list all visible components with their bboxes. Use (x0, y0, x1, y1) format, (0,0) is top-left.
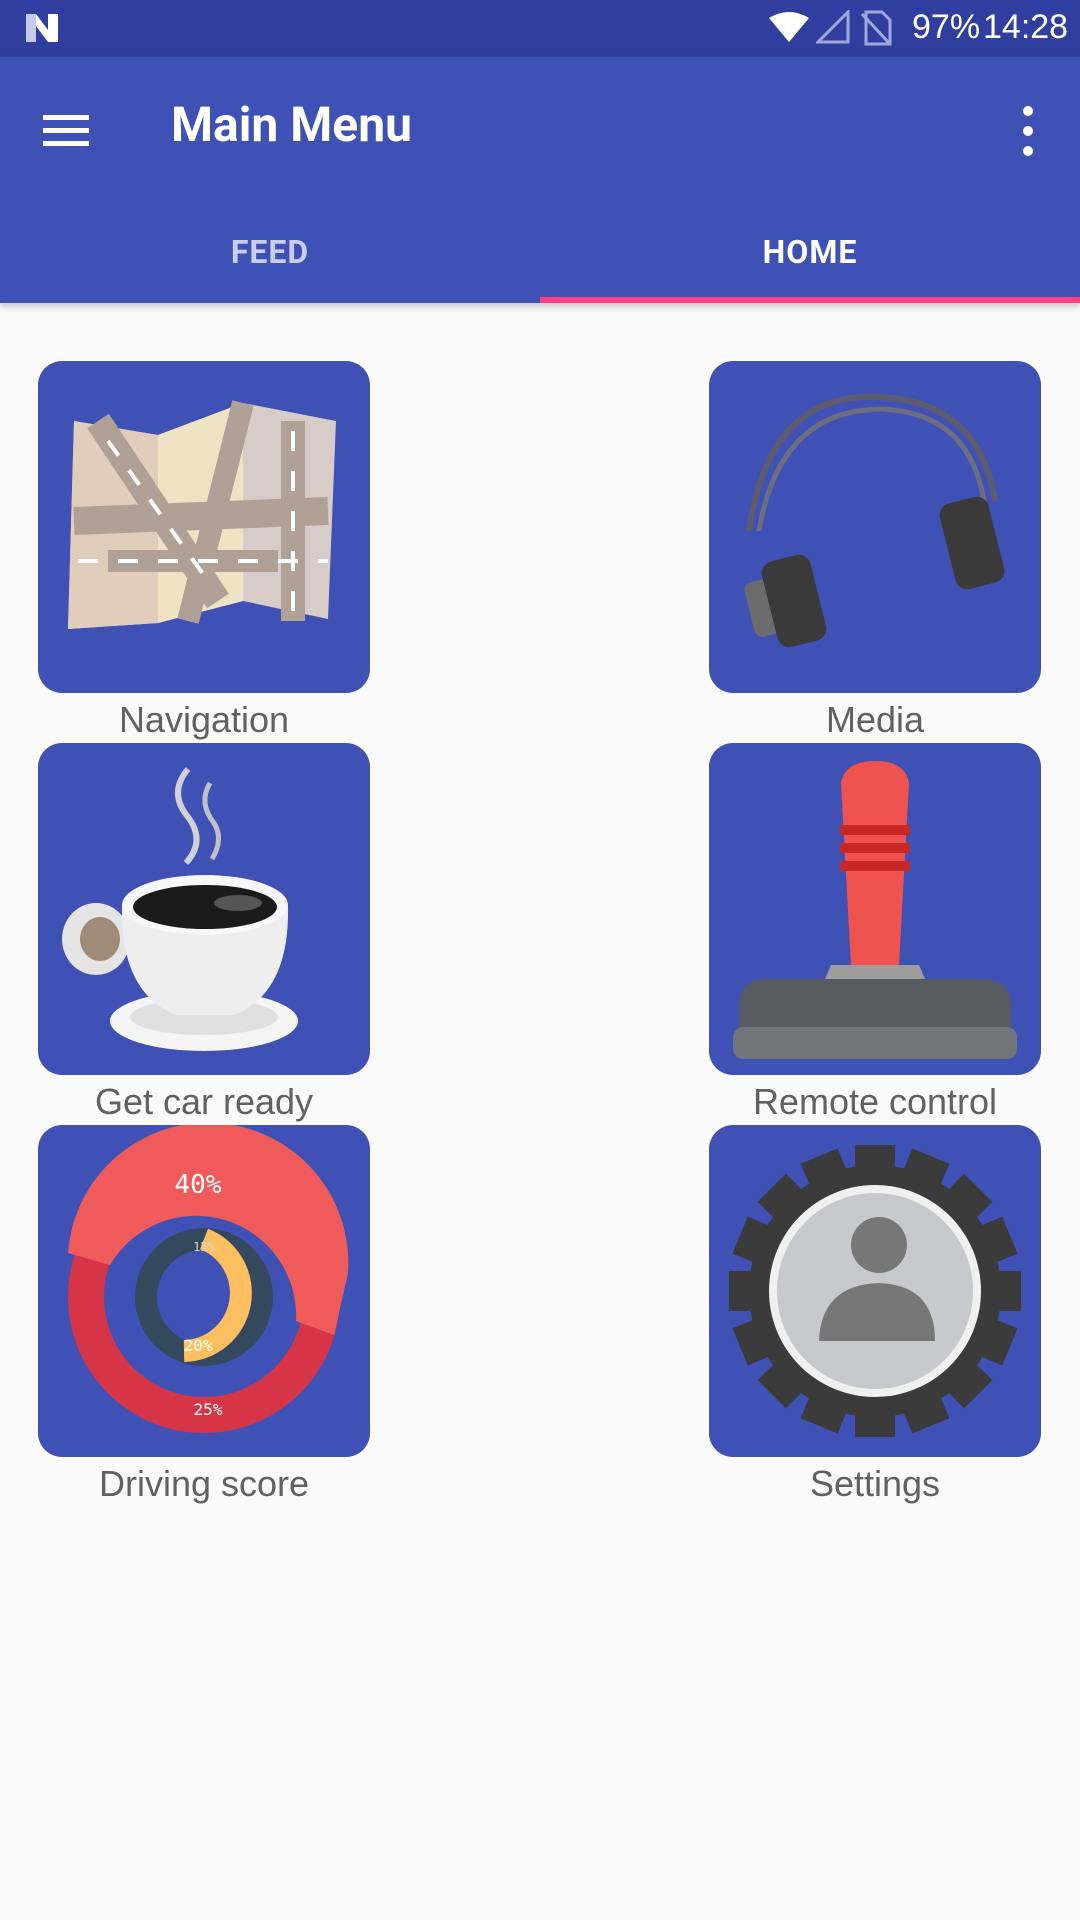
media-tile-icon-box[interactable] (709, 361, 1041, 693)
tile-get-car-ready[interactable]: Get car ready (38, 743, 370, 1123)
map-icon (68, 400, 336, 629)
driving-score-tile-icon-box[interactable]: 40% 15% 20% 25% (38, 1125, 370, 1457)
gear-profile-icon (729, 1145, 1021, 1437)
remote-control-tile-icon-box[interactable] (709, 743, 1041, 1075)
tab-feed[interactable]: FEED (0, 200, 540, 303)
tile-label: Remote control (752, 1081, 998, 1122)
clock: 14:28 (983, 8, 1069, 46)
app-bar: Main Menu FEED HOME (0, 57, 1080, 303)
tab-home[interactable]: HOME (540, 200, 1080, 303)
tile-driving-score[interactable]: 40% 15% 20% 25% Driving score (38, 1125, 370, 1505)
tile-media[interactable]: Media (709, 361, 1041, 741)
tile-navigation[interactable]: Navigation (38, 361, 370, 741)
chart-label-inner-bottom: 20% (184, 1336, 213, 1355)
notification-n-icon (26, 14, 58, 42)
tile-label: Media (825, 699, 925, 740)
tile-label: Navigation (118, 699, 290, 740)
tab-bar: FEED HOME (0, 200, 1080, 303)
tile-settings[interactable]: Settings (709, 1125, 1041, 1505)
donut-chart-icon: 40% 15% 20% 25% (68, 1125, 349, 1433)
settings-tile-icon-box[interactable] (709, 1125, 1041, 1457)
chart-label-inner-top: 15% (193, 1240, 215, 1254)
chart-label-outer: 40% (175, 1170, 222, 1200)
hamburger-menu-icon[interactable] (40, 105, 92, 157)
status-bar: 97% 14:28 (0, 0, 1080, 57)
chart-label-bottom: 25% (194, 1400, 223, 1419)
tile-label: Settings (809, 1463, 941, 1504)
headphones-icon (744, 393, 1005, 648)
no-sim-icon (860, 10, 892, 46)
tile-remote-control[interactable]: Remote control (709, 743, 1041, 1123)
coffee-cup-icon (62, 767, 298, 1051)
wifi-icon (769, 12, 809, 42)
battery-level: 97% (912, 8, 981, 46)
tile-label: Get car ready (94, 1081, 314, 1122)
navigation-tile-icon-box[interactable] (38, 361, 370, 693)
signal-icon (816, 10, 850, 44)
tile-label: Driving score (98, 1463, 310, 1504)
more-options-icon[interactable] (1010, 101, 1046, 161)
joystick-icon (733, 761, 1017, 1059)
get-car-ready-tile-icon-box[interactable] (38, 743, 370, 1075)
page-title: Main Menu (171, 96, 412, 153)
